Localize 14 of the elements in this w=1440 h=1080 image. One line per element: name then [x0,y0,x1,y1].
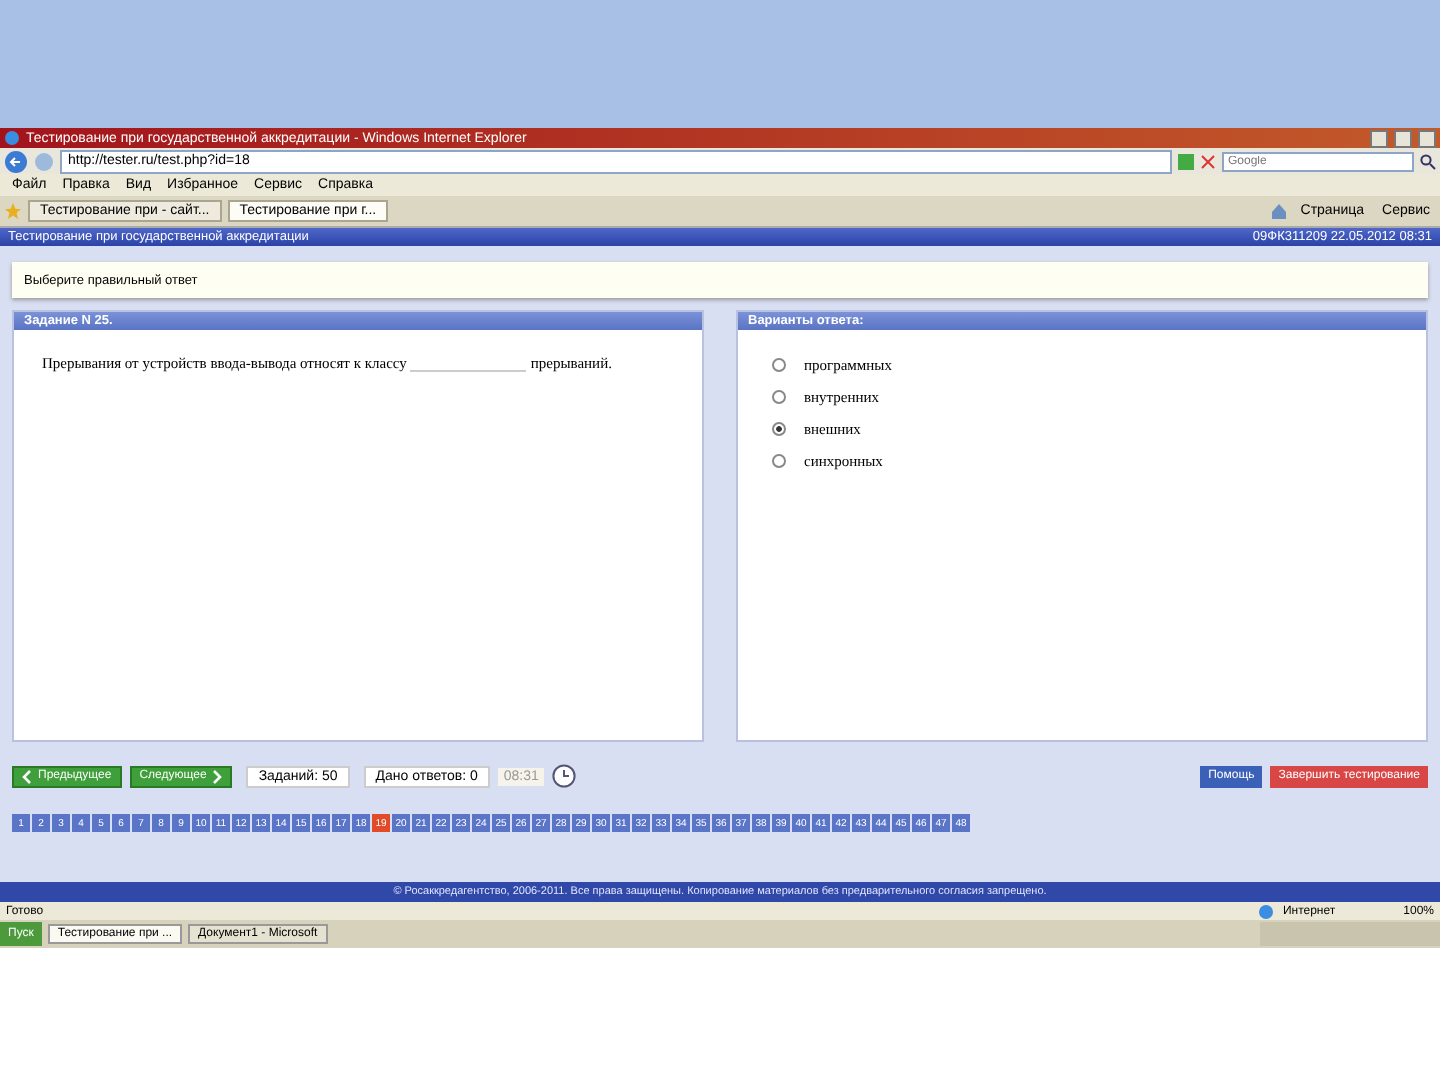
maximize-button[interactable] [1394,129,1412,147]
close-button[interactable] [1418,129,1436,147]
radio-button[interactable] [772,358,786,372]
home-icon[interactable] [1270,202,1289,220]
search-icon[interactable] [1420,153,1436,169]
radio-button[interactable] [772,390,786,404]
minimize-button[interactable] [1370,129,1388,147]
stop-icon[interactable] [1200,153,1216,169]
clock-icon [552,764,577,788]
radio-button[interactable] [772,422,786,436]
favorites-star-icon[interactable] [4,202,22,220]
radio-button[interactable] [772,454,786,468]
chevron-left-icon [22,769,32,783]
chevron-right-icon [212,769,223,783]
